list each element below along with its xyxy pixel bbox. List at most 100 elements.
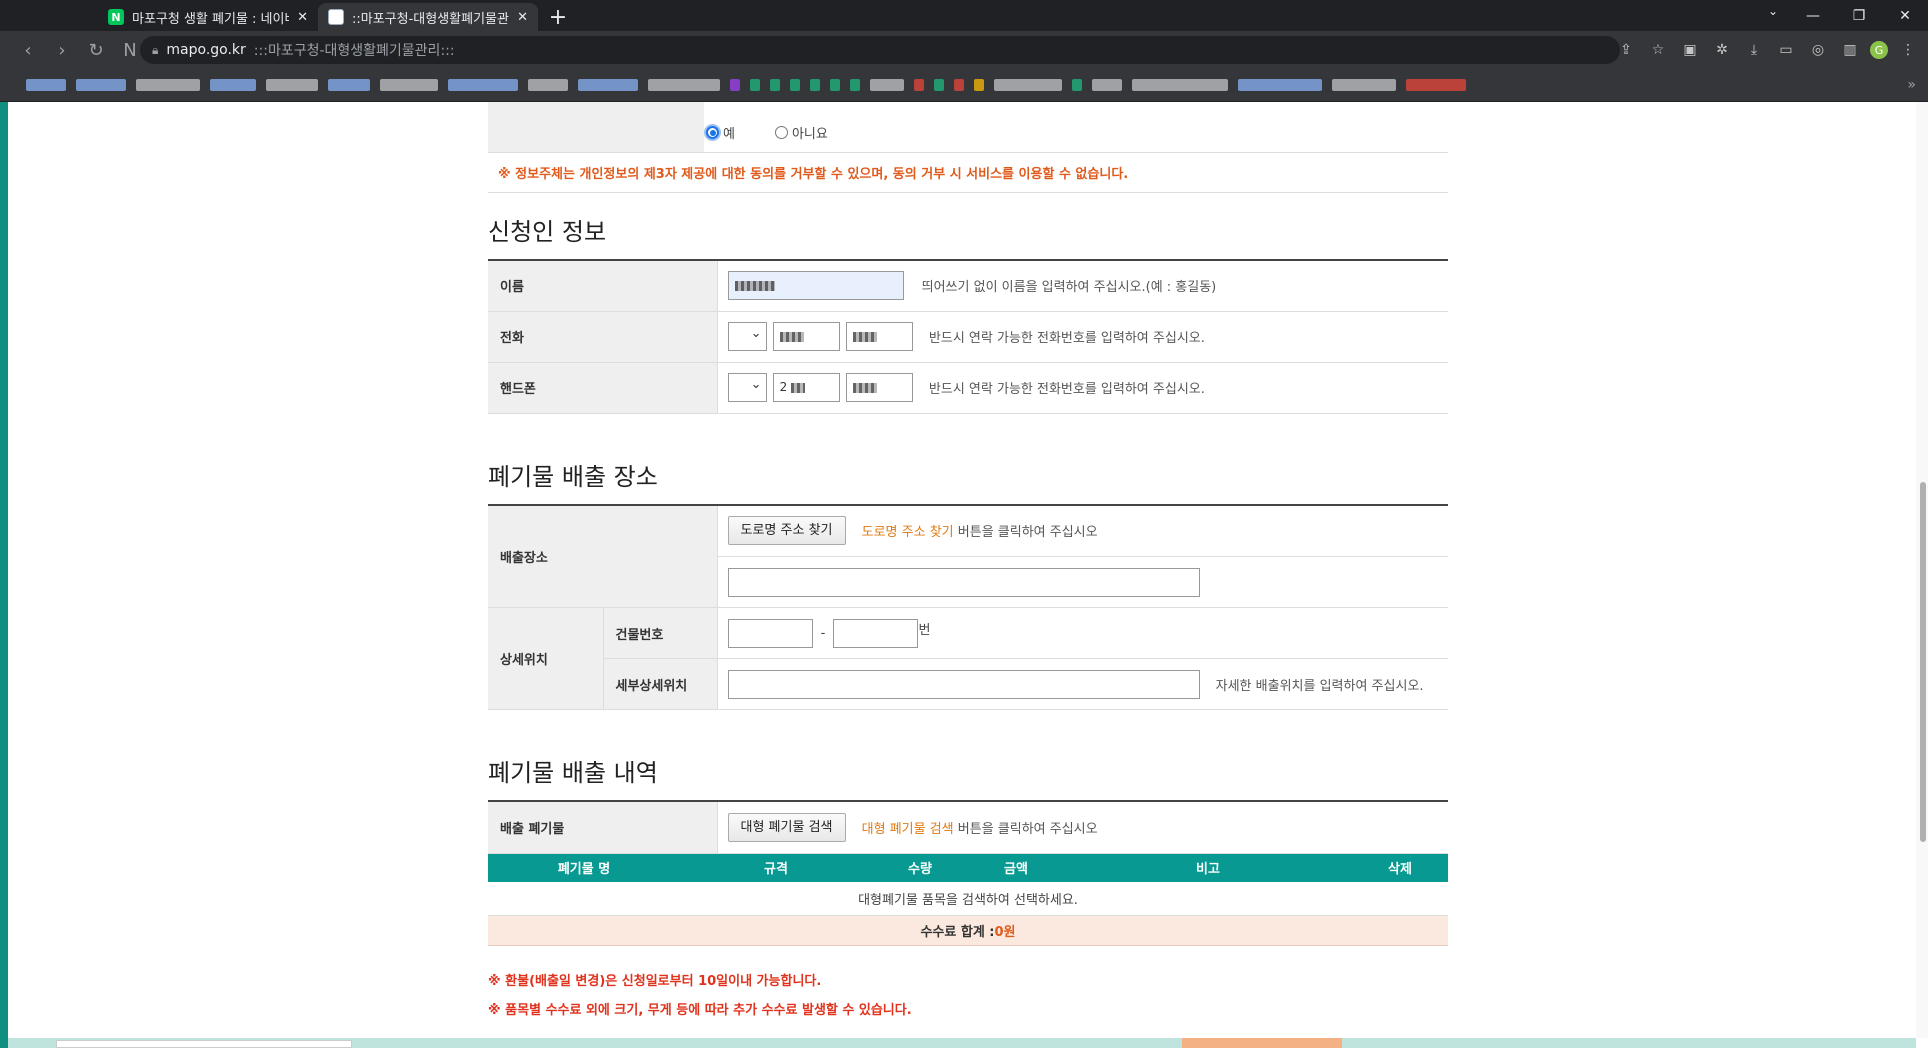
road-address-hint: 도로명 주소 찾기 버튼을 클릭하여 주십시오: [862, 525, 1098, 540]
phone-area-select[interactable]: [727, 322, 767, 351]
sub-detail-row: 세부상세위치 자세한 배출위치를 입력하여 주십시오.: [488, 658, 1448, 710]
footer-accent: [1182, 1038, 1342, 1048]
redacted-text: [852, 331, 877, 342]
tab-mapo[interactable]: ::마포구청-대형생활폐기물관리:: ✕: [318, 3, 538, 31]
bookmark-item[interactable]: [380, 79, 438, 91]
mobile-middle-input[interactable]: 2: [772, 373, 840, 402]
fee-total-label: 수수료 합계 :: [920, 924, 995, 940]
waste-item-row: 배출 폐기물 대형 폐기물 검색 대형 폐기물 검색 버튼을 클릭하여 주십시오: [488, 801, 1448, 854]
profile-avatar[interactable]: G: [1870, 41, 1888, 59]
tab-title: ::마포구청-대형생활폐기물관리::: [352, 11, 509, 27]
address-bar[interactable]: 🔒︎ mapo.go.kr :::마포구청-대형생활폐기물관리:::: [140, 36, 1620, 64]
mobile-last-input[interactable]: [845, 373, 913, 402]
name-input[interactable]: [727, 271, 904, 301]
bookmark-item[interactable]: [448, 79, 518, 91]
applicant-table: 이름 띄어쓰기 없이 이름을 입력하여 주십시오.(예 : 홍길동) 전화 반드…: [488, 259, 1448, 414]
redacted-text: [734, 280, 775, 291]
puzzle-icon[interactable]: ✲: [1710, 38, 1734, 62]
page-scrollbar[interactable]: [1916, 102, 1928, 1038]
radio-unchecked-icon[interactable]: [774, 126, 788, 139]
bookmark-item[interactable]: [528, 79, 568, 91]
road-address-search-button[interactable]: 도로명 주소 찾기: [727, 516, 846, 546]
bookmark-item[interactable]: [26, 79, 66, 91]
back-icon[interactable]: ‹: [14, 36, 42, 64]
radio-checked-icon[interactable]: [706, 126, 719, 139]
mobile-prefix-select[interactable]: [727, 373, 767, 402]
bookmark-item[interactable]: [994, 79, 1062, 91]
name-cell: 띄어쓰기 없이 이름을 입력하여 주십시오.(예 : 홍길동): [716, 260, 1448, 312]
consent-label-cell: [488, 102, 704, 152]
extension-icon[interactable]: ▣: [1678, 38, 1702, 62]
bookmark-item[interactable]: [648, 79, 720, 91]
bookmark-item[interactable]: [1072, 79, 1082, 91]
lock-icon[interactable]: 🔒︎: [152, 43, 158, 58]
bookmark-item[interactable]: [730, 79, 740, 91]
building-main-input[interactable]: [727, 618, 813, 648]
bookmark-item[interactable]: [1332, 79, 1396, 91]
sub-detail-input[interactable]: [727, 669, 1200, 699]
bookmark-item[interactable]: [136, 79, 200, 91]
bookmark-item[interactable]: [1406, 79, 1466, 91]
bookmark-item[interactable]: [934, 79, 944, 91]
screenshot-icon[interactable]: ◎: [1806, 38, 1830, 62]
bookmark-item[interactable]: [850, 79, 860, 91]
bookmark-item[interactable]: [76, 79, 126, 91]
consent-notice: ※ 정보주체는 개인정보의 제3자 제공에 대한 동의를 거부할 수 있으며, …: [488, 153, 1448, 193]
close-window-icon[interactable]: ✕: [1882, 0, 1928, 31]
address-input[interactable]: [727, 567, 1200, 597]
bookmark-item[interactable]: [1092, 79, 1122, 91]
waste-hint-rest: 버튼을 클릭하여 주십시오: [953, 821, 1098, 837]
building-sub-input[interactable]: [833, 618, 919, 648]
bookmark-item[interactable]: [810, 79, 820, 91]
restore-icon[interactable]: ❐: [1836, 0, 1882, 31]
column-name: 폐기물 명: [557, 862, 611, 877]
consent-yes-radio[interactable]: 예: [706, 123, 735, 142]
bookmark-item[interactable]: [266, 79, 318, 91]
address-domain: mapo.go.kr: [166, 42, 246, 58]
bookmark-item[interactable]: [210, 79, 256, 91]
bookmarks-more-icon[interactable]: »: [1907, 77, 1916, 93]
waste-list-header: 폐기물 명 규격 수량 금액 비고 삭제: [488, 853, 1448, 882]
bookmark-item[interactable]: [578, 79, 638, 91]
close-icon[interactable]: ✕: [517, 10, 528, 25]
forward-icon[interactable]: ›: [48, 36, 76, 64]
bookmark-item[interactable]: [974, 79, 984, 91]
bookmark-item[interactable]: [954, 79, 964, 91]
road-hint-rest: 버튼을 클릭하여 주십시오: [953, 525, 1098, 541]
menu-icon[interactable]: ⋮: [1896, 38, 1920, 62]
redacted-text: [779, 331, 804, 342]
consent-no-radio[interactable]: 아니요: [774, 123, 828, 142]
phone-middle-input[interactable]: [772, 322, 840, 351]
bookmark-item[interactable]: [830, 79, 840, 91]
building-row: 상세위치 건물번호 - 번: [488, 607, 1448, 710]
building-label: 건물번호: [602, 607, 717, 659]
bookmark-item[interactable]: [914, 79, 924, 91]
minimize-icon[interactable]: —: [1790, 0, 1836, 31]
bookmark-item[interactable]: [770, 79, 780, 91]
scrollbar-thumb[interactable]: [1920, 482, 1926, 842]
download-icon[interactable]: ⤓: [1742, 38, 1766, 62]
waste-section-title: 폐기물 배출 내역: [488, 759, 658, 787]
column-note: 비고: [1196, 862, 1220, 877]
bookmarks-bar: »: [0, 69, 1928, 102]
tab-search-icon[interactable]: ⌄: [1768, 4, 1778, 18]
reload-icon[interactable]: ↻: [82, 36, 110, 64]
waste-table: 배출 폐기물 대형 폐기물 검색 대형 폐기물 검색 버튼을 클릭하여 주십시오: [488, 800, 1448, 854]
waste-hint-highlight: 대형 폐기물 검색: [861, 821, 954, 837]
bookmark-item[interactable]: [750, 79, 760, 91]
waste-search-button[interactable]: 대형 폐기물 검색: [727, 812, 846, 842]
share-icon[interactable]: ⇪: [1614, 38, 1638, 62]
new-tab-button[interactable]: +: [544, 3, 572, 31]
sidepanel-icon[interactable]: ▥: [1838, 38, 1862, 62]
phone-last-input[interactable]: [845, 322, 913, 351]
bookmark-star-icon[interactable]: ☆: [1646, 38, 1670, 62]
bookmark-item[interactable]: [328, 79, 370, 91]
road-hint-highlight: 도로명 주소 찾기: [861, 525, 954, 541]
bookmark-item[interactable]: [1238, 79, 1322, 91]
cast-icon[interactable]: ▭: [1774, 38, 1798, 62]
close-icon[interactable]: ✕: [297, 10, 308, 25]
bookmark-item[interactable]: [870, 79, 904, 91]
bookmark-item[interactable]: [790, 79, 800, 91]
tab-naver[interactable]: N 마포구청 생활 폐기물 : 네이버 ... ✕: [98, 3, 318, 31]
bookmark-item[interactable]: [1132, 79, 1228, 91]
